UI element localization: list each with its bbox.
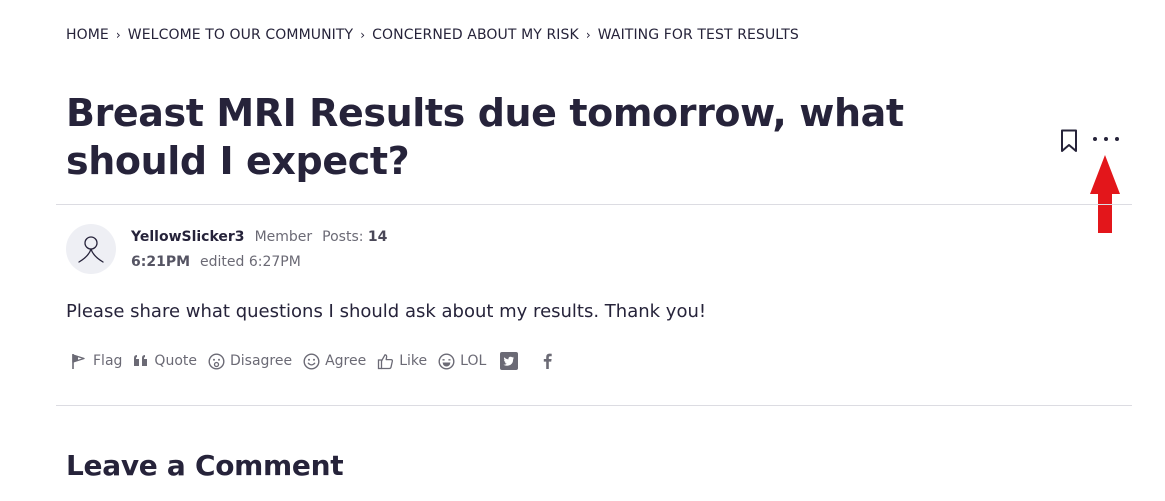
agree-label: Agree [325,353,367,369]
author-role: Member [254,229,313,245]
annotation-arrow-icon [1090,155,1120,233]
thumbs-up-icon [378,353,394,369]
agree-face-icon [303,352,320,370]
post-edited-time: edited 6:27PM [200,254,301,270]
divider [56,405,1132,406]
leave-comment-heading: Leave a Comment [66,449,344,482]
posts-label: Posts: [322,229,364,245]
user-icon [78,236,104,263]
post-meta: 6:21PM edited 6:27PM [131,254,301,270]
breadcrumb: HOME › WELCOME TO OUR COMMUNITY › CONCERNED … [66,27,799,43]
twitter-icon [500,352,519,370]
quote-label: Quote [154,353,197,369]
breadcrumb-item-home[interactable]: HOME [66,27,109,43]
like-label: Like [399,353,428,369]
breadcrumb-separator: › [585,28,591,42]
breadcrumb-item-waiting[interactable]: WAITING FOR TEST RESULTS [598,27,799,43]
divider [56,204,1132,205]
bookmark-icon[interactable] [1060,129,1078,153]
posts-count: 14 [367,229,388,245]
laugh-face-icon [438,352,455,370]
agree-button[interactable]: Agree [303,352,367,370]
share-twitter-button[interactable] [500,352,523,370]
share-facebook-button[interactable] [541,352,558,370]
author-post-count: Posts: 14 [322,229,387,245]
lol-label: LOL [460,353,487,369]
breadcrumb-separator: › [115,28,121,42]
flag-label: Flag [93,353,123,369]
disagree-face-icon [208,352,225,370]
disagree-label: Disagree [229,353,293,369]
breadcrumb-separator: › [360,28,366,42]
avatar[interactable] [66,224,116,274]
more-options-icon[interactable] [1090,129,1122,149]
post-timestamp[interactable]: 6:21PM [131,254,190,270]
post-body: Please share what questions I should ask… [66,301,707,322]
like-button[interactable]: Like [377,353,427,370]
quote-button[interactable]: Quote [133,353,197,369]
author-info: YellowSlicker3 Member Posts: 14 [131,229,387,245]
flag-button[interactable]: Flag [70,352,122,370]
lol-button[interactable]: LOL [438,352,487,370]
flag-icon [72,354,85,369]
page-title: Breast MRI Results due tomorrow, what sh… [66,91,904,183]
disagree-button[interactable]: Disagree [208,352,293,370]
facebook-icon [544,353,552,369]
author-name[interactable]: YellowSlicker3 [131,229,245,245]
breadcrumb-item-welcome[interactable]: WELCOME TO OUR COMMUNITY [128,27,353,43]
quote-icon [134,355,148,366]
breadcrumb-item-concerned[interactable]: CONCERNED ABOUT MY RISK [372,27,579,43]
reaction-bar: Flag Quote Disagree Agree Like LOL [70,352,569,370]
